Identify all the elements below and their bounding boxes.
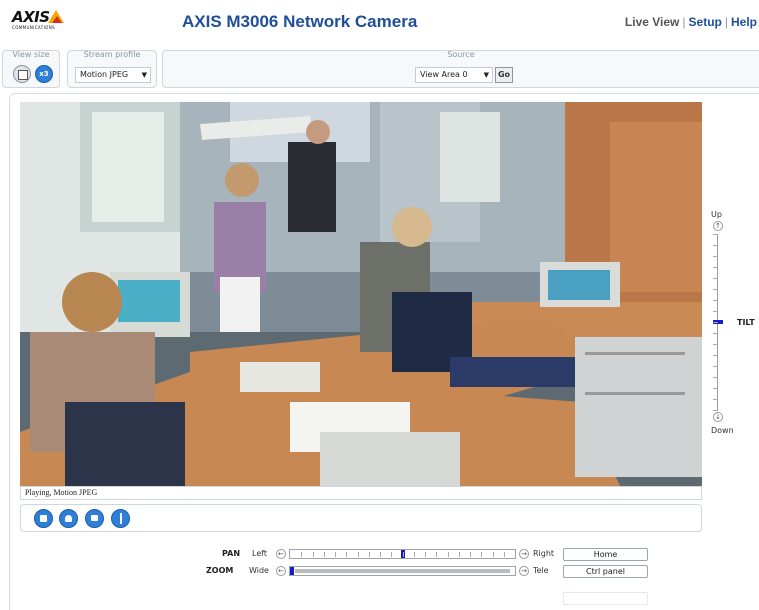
tilt-tick (713, 399, 718, 400)
pan-left-arrow-icon[interactable]: ← (276, 549, 286, 559)
dropdown-arrow-icon: ▼ (141, 71, 147, 79)
tilt-tick (713, 410, 718, 411)
tilt-tick (713, 355, 718, 356)
pan-tick (481, 552, 482, 557)
view-size-group: View size x3 (2, 50, 60, 88)
go-button[interactable]: Go (495, 67, 513, 83)
pan-tick (470, 552, 471, 557)
tilt-tick (713, 267, 718, 268)
pan-tick (391, 552, 392, 557)
pan-tick (403, 552, 404, 557)
page-title: AXIS M3006 Network Camera (182, 12, 418, 31)
pan-left-label: Left (252, 549, 268, 558)
pan-tick (369, 552, 370, 557)
zoom-wide-arrow-icon[interactable]: ← (276, 566, 286, 576)
tilt-tick (713, 322, 718, 323)
tilt-tick (713, 311, 718, 312)
tilt-up-label: Up (711, 210, 722, 219)
stream-profile-label: Stream profile (83, 50, 141, 59)
tilt-tick (713, 377, 718, 378)
tilt-tick (713, 366, 718, 367)
zoom-slider-track[interactable] (289, 566, 516, 576)
pan-tick (313, 552, 314, 557)
dropdown-arrow-icon: ▼ (483, 71, 489, 79)
pan-tick (301, 552, 302, 557)
pan-slider-track[interactable] (289, 549, 516, 559)
pan-tick (414, 552, 415, 557)
zoom-label: ZOOM (206, 566, 234, 575)
logo-wordmark: AXIS (12, 8, 50, 26)
home-button[interactable]: Home (563, 548, 648, 561)
audio-icon[interactable] (111, 509, 130, 528)
tilt-tick (713, 245, 718, 246)
header: AXIS COMMUNICATIONS AXIS M3006 Network C… (0, 0, 759, 44)
zoom-slider-thumb[interactable] (290, 567, 294, 575)
source-value: View Area 0 (420, 70, 468, 79)
tilt-tick (713, 388, 718, 389)
tilt-tick (713, 234, 718, 235)
stream-profile-value: Motion JPEG (80, 70, 129, 79)
nav-help[interactable]: Help (731, 15, 757, 29)
source-label: Source (447, 50, 475, 59)
pan-tick (459, 552, 460, 557)
tilt-down-label: Down (711, 426, 734, 435)
tilt-label: TILT (737, 318, 755, 327)
source-select[interactable]: View Area 0 ▼ (415, 67, 493, 83)
pan-tick (425, 552, 426, 557)
top-nav: Live View | Setup | Help (624, 15, 757, 29)
stream-profile-select[interactable]: Motion JPEG ▼ (75, 67, 151, 83)
pan-tick (324, 552, 325, 557)
pan-tick (436, 552, 437, 557)
tilt-tick (713, 289, 718, 290)
stream-profile-group: Stream profile Motion JPEG ▼ (67, 50, 157, 88)
nav-live-view[interactable]: Live View (625, 15, 679, 29)
pan-tick (504, 552, 505, 557)
view-size-label: View size (12, 50, 50, 59)
zoom-wide-label: Wide (249, 566, 269, 575)
tilt-tick (713, 300, 718, 301)
tilt-tick (713, 256, 718, 257)
zoom-tele-label: Tele (533, 566, 549, 575)
pan-tick (346, 552, 347, 557)
tilt-up-arrow-icon[interactable]: ↑ (713, 221, 723, 231)
zoom-tele-arrow-icon[interactable]: → (519, 566, 529, 576)
video-frame-image (20, 102, 702, 486)
tilt-tick (713, 278, 718, 279)
nav-setup[interactable]: Setup (689, 15, 722, 29)
empty-preset-slot (563, 592, 648, 605)
axis-logo: AXIS COMMUNICATIONS (12, 8, 72, 36)
video-control-bar (20, 504, 702, 532)
tilt-down-arrow-icon[interactable]: ↓ (713, 412, 723, 422)
x3-view-button[interactable]: x3 (35, 65, 53, 83)
snapshot-icon[interactable] (59, 509, 78, 528)
ctrl-panel-button[interactable]: Ctrl panel (563, 565, 648, 578)
tilt-tick (713, 333, 718, 334)
toolbar: View size x3 Stream profile Motion JPEG … (0, 46, 759, 90)
tilt-tick (713, 344, 718, 345)
source-group: Source View Area 0 ▼ Go (162, 50, 759, 88)
pan-tick (335, 552, 336, 557)
view-full-screen-icon[interactable] (85, 509, 104, 528)
video-feed[interactable] (20, 102, 702, 486)
pan-tick (358, 552, 359, 557)
stop-icon[interactable] (34, 509, 53, 528)
pan-label: PAN (222, 549, 241, 558)
pan-tick (493, 552, 494, 557)
pan-right-label: Right (533, 549, 555, 558)
pan-right-arrow-icon[interactable]: → (519, 549, 529, 559)
pan-tick (448, 552, 449, 557)
video-status: Playing, Motion JPEG (20, 486, 702, 500)
pan-tick (380, 552, 381, 557)
single-view-button[interactable] (13, 65, 31, 83)
logo-subtext: COMMUNICATIONS (12, 25, 56, 30)
